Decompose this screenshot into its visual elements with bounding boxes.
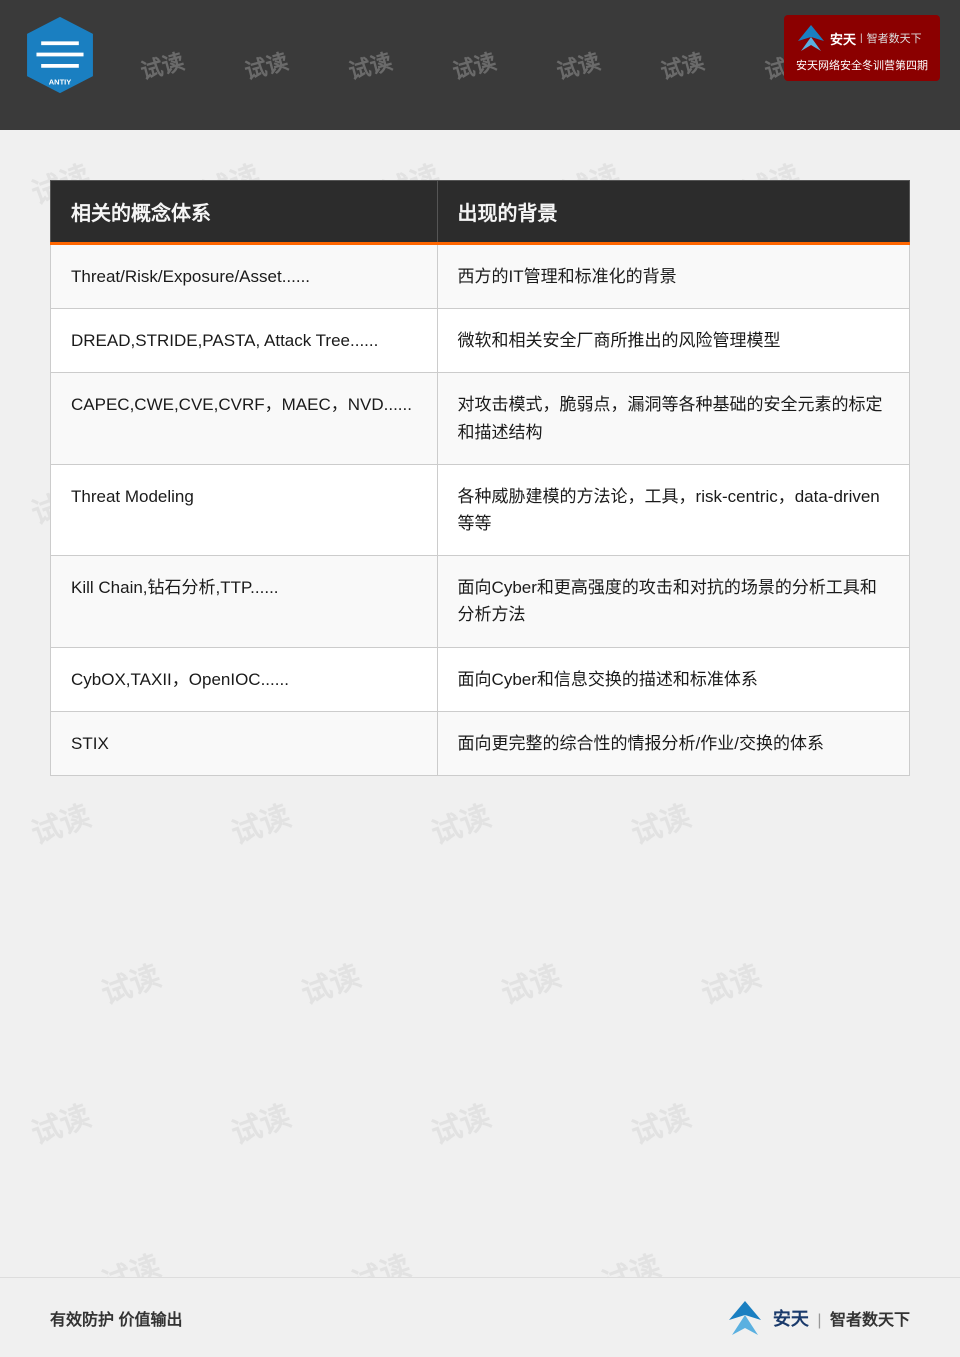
svg-text:ANTIY: ANTIY: [49, 78, 72, 87]
right-logo-separator: |: [860, 33, 863, 44]
footer-brand-area: 安天 | 智者数天下: [725, 1298, 910, 1338]
table-body: Threat/Risk/Exposure/Asset...... 西方的IT管理…: [51, 244, 910, 776]
table-row: STIX 面向更完整的综合性的情报分析/作业/交换的体系: [51, 711, 910, 775]
right-logo-subtitle: 安天网络安全冬训营第四期: [796, 57, 928, 73]
logo-svg: ANTIY: [20, 15, 100, 95]
footer: 有效防护 价值输出 安天 | 智者数天下: [0, 1277, 960, 1357]
concept-table: 相关的概念体系 出现的背景 Threat/Risk/Exposure/Asset…: [50, 180, 910, 776]
table-row: CAPEC,CWE,CVE,CVRF，MAEC，NVD...... 对攻击模式，…: [51, 373, 910, 464]
header-right-logo: 安天 | 智者数天下 安天网络安全冬训营第四期: [784, 15, 940, 81]
table-cell-right-7: 面向更完整的综合性的情报分析/作业/交换的体系: [437, 711, 909, 775]
footer-brand-name: 安天: [773, 1309, 809, 1329]
table-cell-left-2: DREAD,STRIDE,PASTA, Attack Tree......: [51, 309, 438, 373]
header-wm-1: 试读: [137, 44, 188, 86]
footer-bird-icon: [725, 1298, 765, 1338]
main-content: 相关的概念体系 出现的背景 Threat/Risk/Exposure/Asset…: [0, 130, 960, 806]
table-row: CybOX,TAXII，OpenIOC...... 面向Cyber和信息交换的描…: [51, 647, 910, 711]
table-cell-right-5: 面向Cyber和更高强度的攻击和对抗的场景的分析工具和分析方法: [437, 556, 909, 647]
table-row: Threat/Risk/Exposure/Asset...... 西方的IT管理…: [51, 244, 910, 309]
table-cell-left-5: Kill Chain,钻石分析,TTP......: [51, 556, 438, 647]
footer-brand-text: 安天 | 智者数天下: [773, 1305, 910, 1331]
table-cell-right-4: 各种威胁建模的方法论，工具，risk-centric，data-driven等等: [437, 464, 909, 555]
antiy-bird-icon: [796, 23, 826, 53]
table-row: Threat Modeling 各种威胁建模的方法论，工具，risk-centr…: [51, 464, 910, 555]
table-cell-right-6: 面向Cyber和信息交换的描述和标准体系: [437, 647, 909, 711]
table-row: DREAD,STRIDE,PASTA, Attack Tree...... 微软…: [51, 309, 910, 373]
table-row: Kill Chain,钻石分析,TTP...... 面向Cyber和更高强度的攻…: [51, 556, 910, 647]
column-header-left: 相关的概念体系: [51, 181, 438, 244]
logo-container: ANTIY: [20, 15, 110, 115]
table-cell-left-4: Threat Modeling: [51, 464, 438, 555]
table-cell-right-1: 西方的IT管理和标准化的背景: [437, 244, 909, 309]
column-header-right: 出现的背景: [437, 181, 909, 244]
right-logo-brand: 安天: [830, 29, 856, 48]
footer-divider: |: [817, 1312, 821, 1329]
header-wm-3: 试读: [345, 44, 396, 86]
table-cell-left-7: STIX: [51, 711, 438, 775]
table-cell-left-6: CybOX,TAXII，OpenIOC......: [51, 647, 438, 711]
header-wm-4: 试读: [449, 44, 500, 86]
right-logo-slogan-header: 智者数天下: [867, 30, 922, 46]
footer-slogan: 智者数天下: [830, 1312, 910, 1329]
table-header: 相关的概念体系 出现的背景: [51, 181, 910, 244]
header-wm-5: 试读: [553, 44, 604, 86]
footer-tagline: 有效防护 价值输出: [50, 1306, 182, 1330]
watermark-row: 试读 试读 试读 试读 试读 试读 试读: [140, 49, 808, 81]
table-cell-right-2: 微软和相关安全厂商所推出的风险管理模型: [437, 309, 909, 373]
header-wm-6: 试读: [657, 44, 708, 86]
table-cell-right-3: 对攻击模式，脆弱点，漏洞等各种基础的安全元素的标定和描述结构: [437, 373, 909, 464]
header-wm-2: 试读: [241, 44, 292, 86]
header: ANTIY 试读 试读 试读 试读 试读 试读 试读 安天 | 智者数天下 安天…: [0, 0, 960, 130]
table-header-row: 相关的概念体系 出现的背景: [51, 181, 910, 244]
table-cell-left-1: Threat/Risk/Exposure/Asset......: [51, 244, 438, 309]
table-cell-left-3: CAPEC,CWE,CVE,CVRF，MAEC，NVD......: [51, 373, 438, 464]
